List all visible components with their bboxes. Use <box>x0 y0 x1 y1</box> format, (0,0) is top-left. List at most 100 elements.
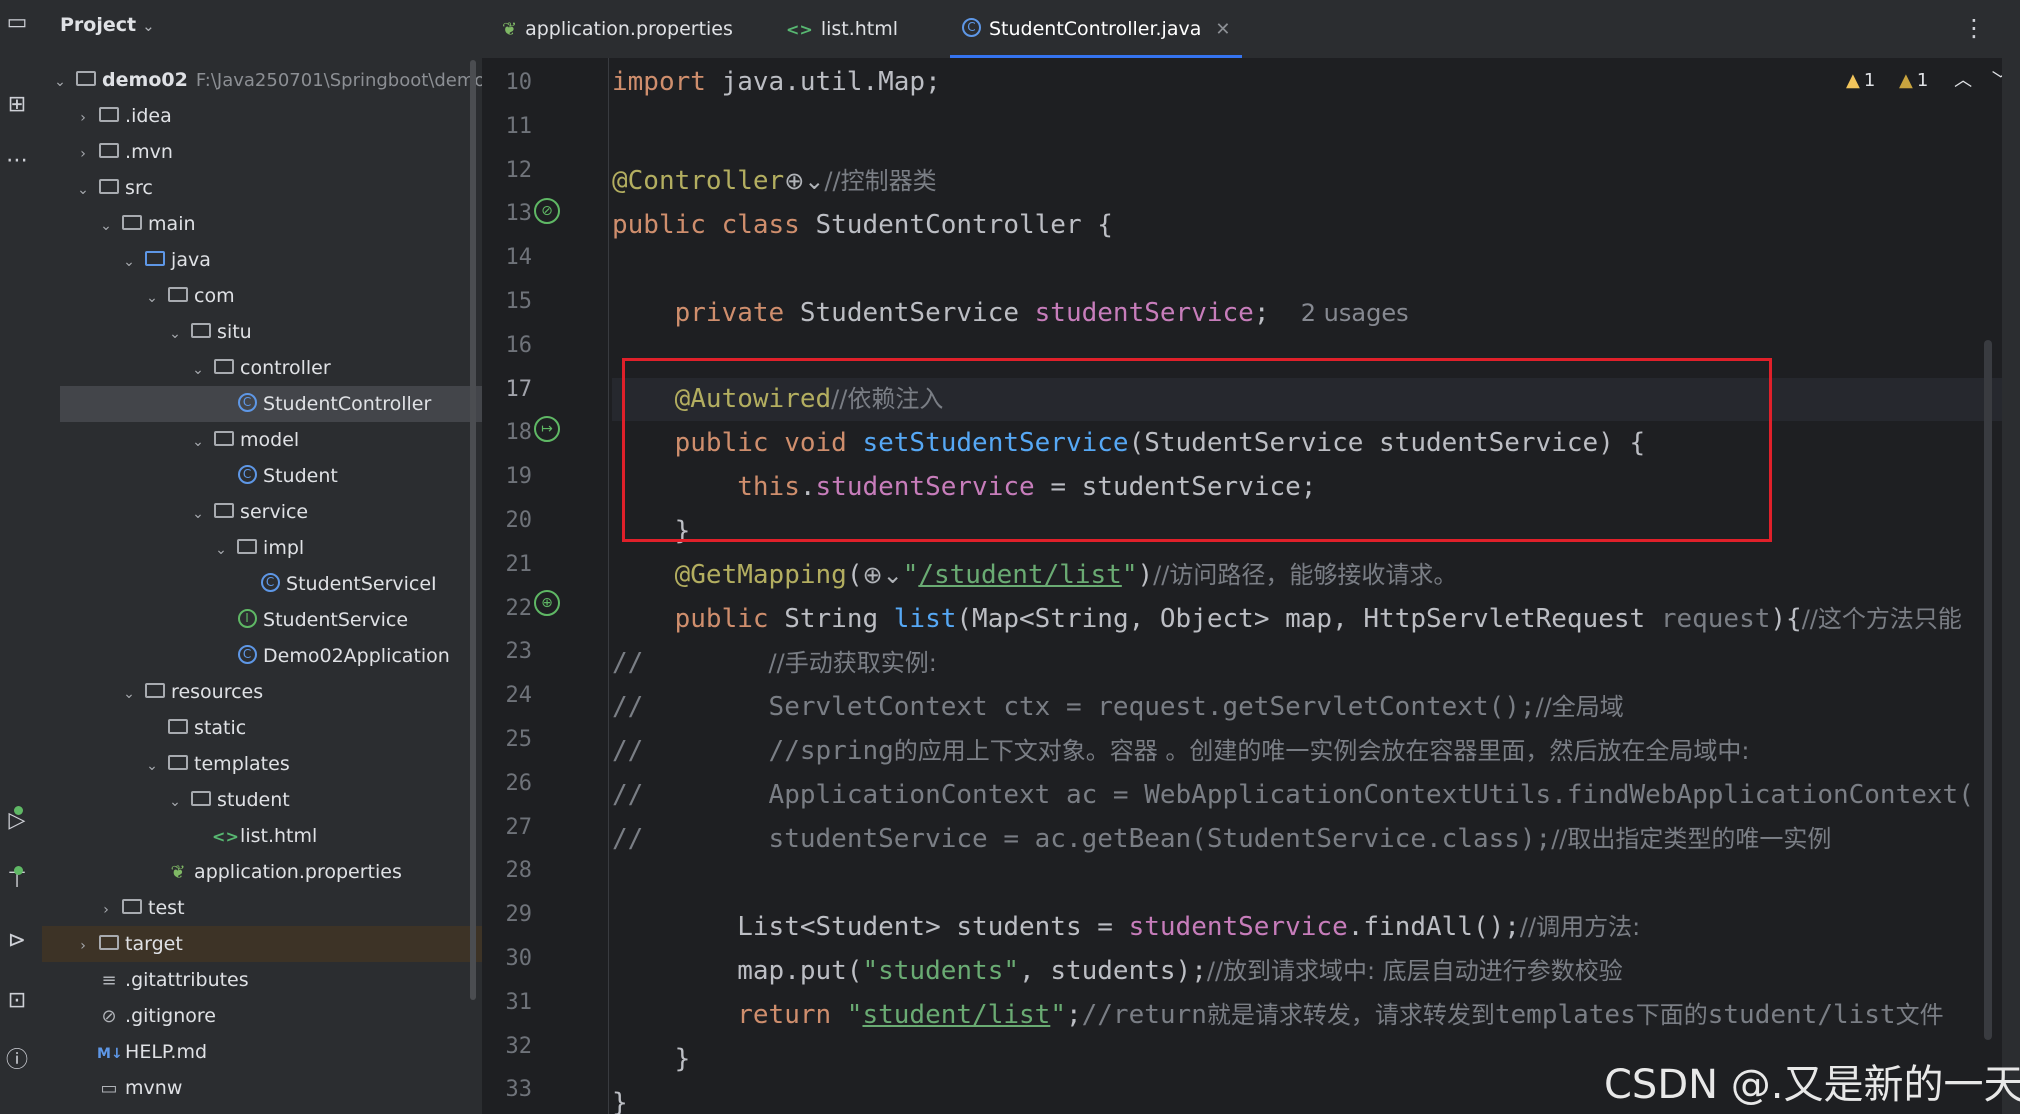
weak-warning-count: 1 <box>1916 70 1929 91</box>
chevron-down-icon[interactable]: ⌄ <box>167 784 183 820</box>
chevron-right-icon[interactable]: › <box>98 892 114 928</box>
tree-item[interactable]: › .mvn <box>42 134 482 170</box>
editor-scrollbar[interactable] <box>1984 340 1992 1040</box>
chevron-right-icon[interactable]: › <box>75 136 91 172</box>
tree-item-label: target <box>125 933 183 955</box>
chevron-right-icon[interactable]: › <box>75 100 91 136</box>
project-panel-title[interactable]: Project ⌄ <box>60 14 155 36</box>
tree-item[interactable]: ⊘ .gitignore <box>42 998 482 1034</box>
inspection-widget[interactable]: ▲ 1 ▲ 1 ︿ ﹀ <box>1846 66 2010 92</box>
close-icon[interactable]: ✕ <box>1215 19 1230 40</box>
chevron-down-icon[interactable]: ⌄ <box>144 748 160 784</box>
tree-item[interactable]: <>list.html <box>42 818 482 854</box>
tree-item[interactable]: ⌄ java <box>42 242 482 278</box>
tree-item[interactable]: ⌄ model <box>42 422 482 458</box>
folder-icon <box>97 134 121 170</box>
chevron-down-icon: ⌄ <box>142 17 155 35</box>
code-token: //访问路径，能够接收请求。 <box>1153 561 1458 589</box>
tree-item[interactable]: C Demo02Application <box>42 638 482 674</box>
resources-folder-icon <box>143 674 167 710</box>
tree-item[interactable]: ≡ .gitattributes <box>42 962 482 998</box>
tree-item[interactable]: ⌄ com <box>42 278 482 314</box>
code-line-15: private StudentService studentService; 2… <box>612 292 2002 335</box>
tree-item[interactable]: ⌄ controller <box>42 350 482 386</box>
code-token: java.util.Map; <box>705 67 941 97</box>
tree-item[interactable]: ⌄ student <box>42 782 482 818</box>
code-token: Project <box>60 14 137 36</box>
excluded-folder-icon <box>97 926 121 962</box>
project-panel-scrollbar[interactable] <box>470 60 476 1000</box>
warning-count: 1 <box>1863 70 1876 91</box>
chevron-down-icon[interactable]: ⌄ <box>121 676 137 712</box>
tree-item[interactable]: C StudentController <box>60 386 482 422</box>
code-token: return <box>737 1000 832 1030</box>
code-token: " <box>831 1000 863 1030</box>
code-token: 就是请求转发，请求转发到 <box>1206 1001 1495 1029</box>
tree-item-label: .mvn <box>125 141 173 163</box>
tab-student-controller[interactable]: C StudentController.java ✕ <box>950 0 1243 58</box>
tree-item[interactable]: ⌄ impl <box>42 530 482 566</box>
code-token: @Controller <box>612 166 785 196</box>
chevron-down-icon[interactable]: ⌄ <box>190 496 206 532</box>
code-line-22: public String list(Map<String, Object> m… <box>612 598 2002 641</box>
tree-item[interactable]: M↓ HELP.md <box>42 1034 482 1070</box>
request-mapping-gutter-icon[interactable]: ⊕ <box>534 590 560 616</box>
code-token: list <box>893 604 957 634</box>
warning-icon: ▲ <box>1846 70 1860 91</box>
code-token: // <box>612 780 644 810</box>
chevron-down-icon[interactable]: ⌄ <box>98 208 114 244</box>
chevron-down-icon[interactable]: ⌄ <box>190 424 206 460</box>
line-number: 26 <box>505 770 533 796</box>
more-options-icon[interactable]: ⋮ <box>1962 14 1986 42</box>
tree-item-label: service <box>240 501 309 523</box>
chevron-down-icon[interactable]: ⌄ <box>167 316 183 352</box>
chevron-down-icon[interactable]: ⌄ <box>52 64 68 100</box>
chevron-down-icon[interactable]: ⌄ <box>190 352 206 388</box>
tree-item[interactable]: ⌄ resources <box>42 674 482 710</box>
chevron-down-icon[interactable]: ⌄ <box>144 280 160 316</box>
code-token: @GetMapping <box>674 560 847 590</box>
code-token: // <box>612 692 644 722</box>
tree-item[interactable]: ⌄ situ <box>42 314 482 350</box>
more-tools-icon[interactable]: ⋯ <box>4 148 30 174</box>
tree-item[interactable]: static <box>42 710 482 746</box>
chevron-down-icon[interactable]: ⌄ <box>75 172 91 208</box>
tree-item[interactable]: › target <box>42 926 482 962</box>
code-area[interactable]: import java.util.Map; @Controller⊕⌄//控制器… <box>612 58 2002 1114</box>
tree-item[interactable]: ⌄ main <box>42 206 482 242</box>
problems-icon[interactable]: ⓘ <box>4 1048 30 1074</box>
chevron-down-icon[interactable]: ⌄ <box>213 532 229 568</box>
right-tool-strip <box>2002 0 2020 1114</box>
chevron-down-icon[interactable]: ⌄ <box>121 244 137 280</box>
tree-item-path: F:\Java250701\Springboot\demo <box>195 70 482 91</box>
tree-item[interactable]: C Student <box>42 458 482 494</box>
line-number: 24 <box>505 683 533 709</box>
tree-item[interactable]: ▭ mvnw <box>42 1070 482 1106</box>
code-token: ) <box>1137 560 1154 590</box>
tree-item[interactable]: ❦ application.properties <box>42 854 482 890</box>
code-line-10: import java.util.Map; <box>612 61 2002 104</box>
spring-bean-gutter-icon[interactable]: ⊘ <box>534 198 560 224</box>
services-icon[interactable]: ⊳ <box>4 928 30 954</box>
line-number: 33 <box>505 1077 533 1103</box>
tab-list-html[interactable]: <> list.html <box>786 0 898 58</box>
tree-item[interactable]: ⌄ demo02 F:\Java250701\Springboot\demo <box>42 62 482 98</box>
project-folder-icon[interactable]: ▭ <box>4 10 30 36</box>
chevron-right-icon[interactable]: › <box>75 928 91 964</box>
tree-item[interactable]: ⌄ service <box>42 494 482 530</box>
structure-icon[interactable]: ⊞ <box>4 92 30 118</box>
tree-item[interactable]: C StudentServiceI <box>42 566 482 602</box>
module-folder-icon <box>74 62 98 98</box>
tree-item[interactable]: ⌄ src <box>42 170 482 206</box>
tree-item[interactable]: › .idea <box>42 98 482 134</box>
code-token: // <box>612 824 644 854</box>
tree-item[interactable]: I StudentService <box>42 602 482 638</box>
tree-item[interactable]: ⌄ templates <box>42 746 482 782</box>
code-token: " <box>902 560 919 590</box>
tab-application-properties[interactable]: ❦ application.properties <box>502 0 733 58</box>
terminal-icon[interactable]: ⊡ <box>4 988 30 1014</box>
code-line-30: map.put("students", students);//放到请求域中: … <box>612 950 2002 993</box>
autowired-gutter-icon[interactable]: ↦ <box>534 416 560 442</box>
previous-highlight-icon[interactable]: ︿ <box>1954 70 1972 91</box>
tree-item[interactable]: › test <box>42 890 482 926</box>
